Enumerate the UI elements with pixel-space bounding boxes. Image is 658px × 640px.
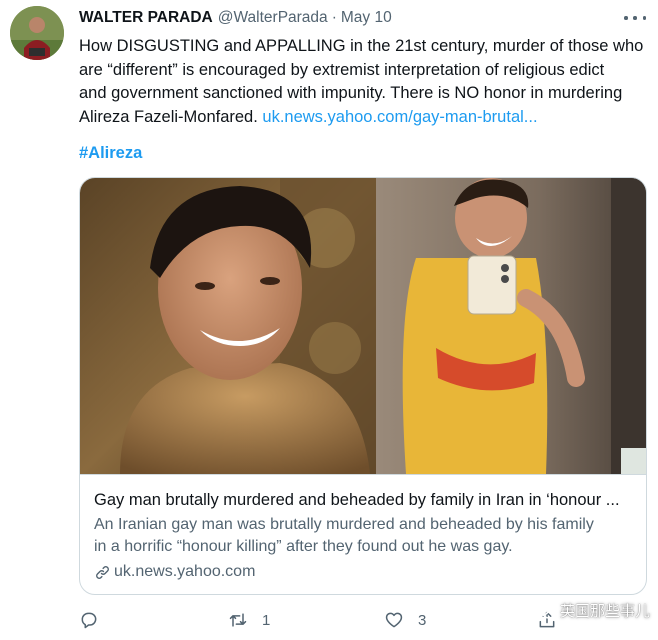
separator-dot: · <box>331 9 337 26</box>
card-photo-right <box>376 178 646 474</box>
mirror-selfie-photo-right <box>376 178 646 474</box>
link-preview-card[interactable]: Gay man brutally murdered and beheaded b… <box>79 177 647 595</box>
more-dot <box>624 16 628 20</box>
retweet-count: 1 <box>262 611 271 629</box>
like-count: 3 <box>418 611 427 629</box>
wechat-icon <box>534 601 556 619</box>
watermark: 英国那些事儿 <box>534 600 650 621</box>
heart-icon <box>385 612 403 628</box>
tweet-text-line: are “different” is encouraged by extremi… <box>79 60 605 79</box>
portrait-photo-left <box>80 178 376 474</box>
hashtag-link[interactable]: #Alireza <box>79 144 142 163</box>
more-dot <box>633 16 637 20</box>
like-button[interactable]: 3 <box>384 610 426 630</box>
card-body[interactable]: Gay man brutally murdered and beheaded b… <box>80 474 646 594</box>
author-name[interactable]: WALTER PARADA <box>79 9 213 27</box>
reply-icon <box>81 612 97 629</box>
card-title[interactable]: Gay man brutally murdered and beheaded b… <box>94 489 632 511</box>
tweet-date[interactable]: May 10 <box>341 9 392 27</box>
tweet-text: How DISGUSTING and APPALLING in the 21st… <box>79 35 649 129</box>
reply-button[interactable] <box>79 610 99 630</box>
retweet-icon <box>229 613 247 627</box>
watermark-text: 英国那些事儿 <box>559 603 650 620</box>
author-handle[interactable]: @WalterParada <box>218 9 328 27</box>
more-options-button[interactable] <box>624 10 646 26</box>
avatar[interactable] <box>10 6 64 60</box>
link-icon <box>96 565 109 579</box>
card-domain-text: uk.news.yahoo.com <box>114 563 256 580</box>
tweet-text-line: and government sanctioned with impunity.… <box>79 84 623 102</box>
card-description-line: in a horrific “honour killing” after the… <box>94 538 513 555</box>
more-dot <box>642 16 646 20</box>
tweet-text-tail: Alireza Fazeli-Monfared. <box>79 107 263 126</box>
avatar-image <box>10 6 64 60</box>
tweet-header: WALTER PARADA @WalterParada · May 10 <box>79 9 392 29</box>
retweet-button[interactable]: 1 <box>228 610 270 630</box>
article-link[interactable]: uk.news.yahoo.com/gay-man-brutal... <box>262 108 537 126</box>
tweet[interactable]: WALTER PARADA @WalterParada · May 10 How… <box>0 0 658 640</box>
card-domain[interactable]: uk.news.yahoo.com <box>94 561 632 583</box>
tweet-text-line: How DISGUSTING and APPALLING in the 21st… <box>79 37 644 55</box>
card-description-line: An Iranian gay man was brutally murdered… <box>94 516 594 533</box>
tweet-text-line-last: Alireza Fazeli-Monfared. uk.news.yahoo.c… <box>79 106 649 130</box>
card-description: An Iranian gay man was brutally murdered… <box>94 514 632 558</box>
card-image[interactable] <box>80 178 646 474</box>
card-photo-left <box>80 178 376 474</box>
